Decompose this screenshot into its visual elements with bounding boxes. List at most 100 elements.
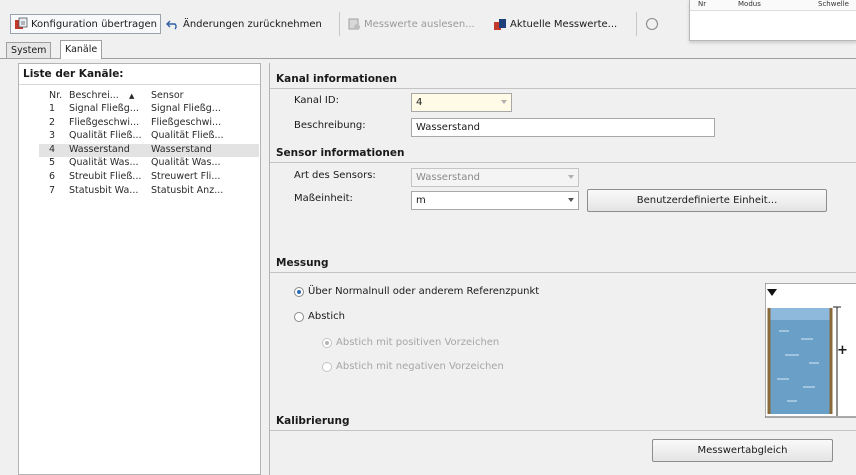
transfer-config-button[interactable]: Konfiguration übertragen <box>10 14 161 34</box>
help-button[interactable] <box>645 14 659 34</box>
channel-details-panel: Kanal informationen Kanal ID: 4 Beschrei… <box>269 63 856 475</box>
divider <box>270 272 856 273</box>
toolbar-separator <box>339 12 340 36</box>
toolbar: Konfiguration übertragen Änderungen zurü… <box>0 0 688 40</box>
row-sensor: Wasserstand <box>151 143 212 155</box>
row-nr: 7 <box>49 184 56 196</box>
row-nr: 2 <box>49 116 56 128</box>
chevron-down-icon <box>568 175 574 179</box>
current-values-label: Aktuelle Messwerte... <box>510 18 618 30</box>
column-modus[interactable]: Modus <box>738 0 761 8</box>
row-sensor: Streuwert Fli... <box>151 170 221 182</box>
description-label: Beschreibung: <box>294 120 366 131</box>
column-sensor-header[interactable]: Sensor <box>151 90 184 101</box>
section-sensor-info: Sensor informationen <box>276 147 405 159</box>
radio-abstich-positive[interactable]: Abstich mit positiven Vorzeichen <box>322 337 499 348</box>
unit-label: Maßeinheit: <box>294 193 353 204</box>
sort-ascending-icon: ▲ <box>129 92 135 100</box>
radio-abstich[interactable]: Abstich <box>294 311 345 322</box>
divider <box>270 430 856 431</box>
row-sensor: Fließgeschwi... <box>151 116 222 128</box>
divider <box>19 84 260 85</box>
radio-checked-icon <box>322 337 332 348</box>
row-sensor: Statusbit Anz... <box>151 184 224 196</box>
row-description: Qualität Fließ... <box>69 130 142 142</box>
column-description-header[interactable]: Beschrei... <box>69 90 119 101</box>
radio-abstich-negative-label: Abstich mit negativen Vorzeichen <box>336 361 504 372</box>
channel-list: Nr. Beschrei... ▲ Sensor 1 Signal Fließg… <box>39 90 259 198</box>
radio-abstich-negative[interactable]: Abstich mit negativen Vorzeichen <box>322 361 504 372</box>
table-row[interactable]: 2 Fließgeschwi... Fließgeschwi... <box>39 117 259 131</box>
measurement-table-header: Nr Modus Schwelle <box>690 0 856 11</box>
custom-unit-button[interactable]: Benutzerdefinierte Einheit... <box>587 189 827 212</box>
divider <box>270 88 856 89</box>
table-row[interactable]: 6 Streubit Fließ... Streuwert Fli... <box>39 171 259 185</box>
row-nr: 6 <box>49 170 56 182</box>
row-description: Streubit Fließ... <box>69 170 142 182</box>
channel-list-panel: Liste der Kanäle: Nr. Beschrei... ▲ Sens… <box>18 63 261 475</box>
column-nr[interactable]: Nr <box>698 0 706 8</box>
row-sensor: Qualität Fließ... <box>151 130 224 142</box>
read-values-icon <box>347 17 361 31</box>
undo-icon <box>166 17 180 31</box>
row-description: Statusbit Wa... <box>69 184 139 196</box>
row-nr: 1 <box>49 103 56 114</box>
current-values-button[interactable]: Aktuelle Messwerte... <box>493 14 617 34</box>
undo-changes-label: Änderungen zurücknehmen <box>183 18 322 30</box>
sensor-type-value: Wasserstand <box>416 172 481 183</box>
tab-kanaele[interactable]: Kanäle <box>60 40 103 59</box>
radio-normalnull[interactable]: Über Normalnull oder anderem Referenzpun… <box>294 286 539 297</box>
calibration-button[interactable]: Messwertabgleich <box>652 439 833 462</box>
current-values-icon <box>493 17 507 31</box>
row-nr: 3 <box>49 130 56 142</box>
radio-unchecked-icon <box>294 311 304 322</box>
kanal-id-label: Kanal ID: <box>294 95 339 106</box>
undo-changes-button[interactable]: Änderungen zurücknehmen <box>166 14 322 34</box>
unit-value: m <box>416 195 426 206</box>
chevron-down-icon <box>568 198 574 202</box>
read-values-label: Messwerte auslesen... <box>364 18 475 30</box>
tab-divider <box>0 58 856 59</box>
table-row[interactable]: 1 Signal Fließg... Signal Fließg... <box>39 103 259 117</box>
table-row-selected[interactable]: 4 Wasserstand Wasserstand <box>39 143 259 158</box>
row-nr: 4 <box>49 143 56 155</box>
radio-abstich-label: Abstich <box>308 311 345 322</box>
circle-icon <box>645 17 659 31</box>
table-row[interactable]: 3 Qualität Fließ... Qualität Fließ... <box>39 130 259 144</box>
chevron-down-icon <box>501 100 507 104</box>
unit-dropdown[interactable]: m <box>411 191 579 210</box>
measurement-table-window: Nr Modus Schwelle <box>689 0 856 41</box>
row-sensor: Qualität Was... <box>151 157 221 169</box>
column-nr-header[interactable]: Nr. <box>49 90 62 101</box>
radio-checked-icon <box>294 286 304 297</box>
kanal-id-dropdown[interactable]: 4 <box>411 93 512 112</box>
row-nr: 5 <box>49 157 56 169</box>
row-sensor: Signal Fließg... <box>151 103 221 114</box>
column-schwelle[interactable]: Schwelle <box>818 0 849 8</box>
transfer-config-label: Konfiguration übertragen <box>31 18 158 30</box>
description-field[interactable]: Wasserstand <box>411 118 715 137</box>
channel-list-title: Liste der Kanäle: <box>23 68 124 80</box>
section-kalibrierung: Kalibrierung <box>276 415 350 427</box>
transfer-icon <box>14 17 28 31</box>
row-description: Qualität Was... <box>69 157 139 169</box>
sensor-type-dropdown[interactable]: Wasserstand <box>411 168 579 187</box>
row-description: Signal Fließg... <box>69 103 139 114</box>
radio-normalnull-label: Über Normalnull oder anderem Referenzpun… <box>308 286 540 297</box>
row-description: Fließgeschwi... <box>69 116 140 128</box>
tab-system[interactable]: System <box>6 42 52 58</box>
table-row[interactable]: 5 Qualität Was... Qualität Was... <box>39 157 259 171</box>
radio-abstich-positive-label: Abstich mit positiven Vorzeichen <box>336 337 500 348</box>
read-values-button[interactable]: Messwerte auslesen... <box>347 14 475 34</box>
toolbar-separator-2 <box>636 12 637 36</box>
kanal-id-value: 4 <box>416 97 423 108</box>
plus-sign-label: + <box>837 343 848 358</box>
divider <box>270 162 856 163</box>
table-row[interactable]: 7 Statusbit Wa... Statusbit Anz... <box>39 185 259 199</box>
section-kanal-info: Kanal informationen <box>276 73 398 85</box>
radio-unchecked-icon <box>322 361 332 372</box>
sensor-type-label: Art des Sensors: <box>294 170 376 181</box>
section-messung: Messung <box>276 257 329 269</box>
row-description: Wasserstand <box>69 143 130 155</box>
channel-list-header: Nr. Beschrei... ▲ Sensor <box>39 90 259 103</box>
